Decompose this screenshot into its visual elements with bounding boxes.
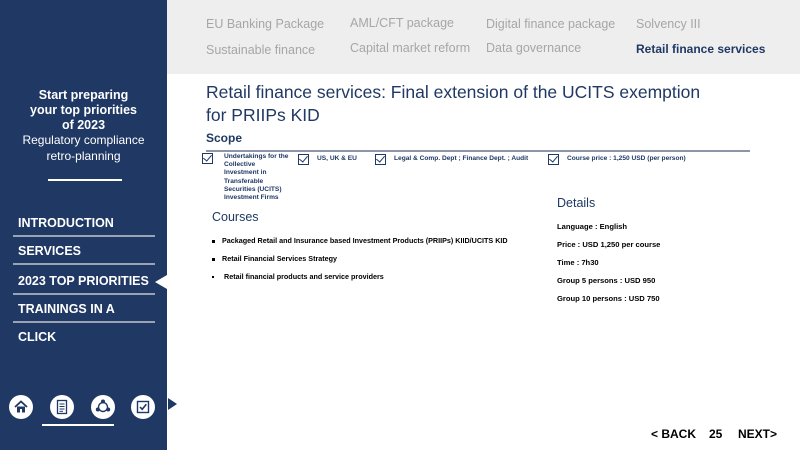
tab-retail-finance-services[interactable]: Retail finance services — [636, 42, 765, 56]
course-item: Packaged Retail and Insurance based Inve… — [212, 236, 508, 245]
scope-heading: Scope — [206, 131, 243, 145]
checkbox-icon — [298, 154, 309, 165]
sidebar-expand-arrow-icon[interactable] — [168, 398, 177, 410]
course-item: Retail Financial Services Strategy — [212, 254, 337, 263]
cycle-button[interactable] — [91, 395, 115, 419]
page-number: 25 — [709, 427, 723, 441]
document-icon — [56, 399, 68, 415]
checkbox-icon — [548, 154, 559, 165]
tab-data-governance[interactable]: Data governance — [486, 41, 581, 55]
course-item-text: Retail Financial Services Strategy — [222, 254, 338, 263]
sidebar-icon-bar — [9, 395, 159, 419]
detail-group-10: Group 10 persons : USD 750 — [557, 294, 660, 303]
active-nav-arrow-icon — [155, 275, 167, 289]
scope-line: Securities (UCITS) — [224, 185, 282, 193]
scope-divider — [206, 150, 750, 152]
promo-line: your top priorities — [30, 103, 137, 117]
promo-divider — [48, 179, 122, 181]
tab-digital-finance-package[interactable]: Digital finance package — [486, 17, 615, 31]
scope-item-text: Course price : 1,250 USD (per person) — [567, 155, 686, 162]
tab-solvency-iii[interactable]: Solvency III — [636, 17, 701, 31]
scope-line: Investment Firms — [224, 194, 279, 202]
sidebar-item-top-priorities[interactable]: 2023 TOP PRIORITIES — [13, 265, 155, 295]
promo-line: retro-planning — [46, 148, 121, 163]
sidebar-item-services[interactable]: SERVICES — [13, 237, 155, 265]
topic-tabs-bar — [167, 0, 800, 74]
courses-heading: Courses — [212, 210, 259, 224]
document-button[interactable] — [50, 395, 74, 419]
sidebar-nav: INTRODUCTION SERVICES 2023 TOP PRIORITIE… — [13, 209, 155, 344]
bullet-icon — [212, 257, 215, 261]
scope-line: Undertakings for the — [224, 153, 289, 160]
course-item: Retail financial products and service pr… — [212, 272, 384, 281]
scope-item-jurisdictions: US, UK & EU — [298, 154, 357, 165]
page-title-line: Retail finance services: Final extension… — [206, 82, 701, 102]
checkbox-icon — [375, 154, 386, 165]
course-item-text: Retail financial products and service pr… — [224, 272, 384, 281]
scope-line: Collective — [224, 161, 256, 169]
scope-line: Investment in — [224, 169, 267, 177]
detail-price: Price : USD 1,250 per course — [557, 240, 661, 249]
page-title-line: for PRIIPs KID — [206, 105, 320, 125]
sidebar: Start preparing your top priorities of 2… — [0, 0, 167, 450]
details-heading: Details — [557, 196, 596, 210]
scope-item-course-price: Course price : 1,250 USD (per person) — [548, 154, 686, 165]
scope-item-departments: Legal & Comp. Dept ; Finance Dept. ; Aud… — [375, 154, 528, 165]
checkbox-icon — [136, 400, 150, 414]
course-item-text: Packaged Retail and Insurance based Inve… — [222, 236, 508, 245]
tab-aml-cft-package[interactable]: AML/CFT package — [350, 16, 454, 30]
cycle-icon — [95, 399, 111, 413]
detail-group-5: Group 5 persons : USD 950 — [557, 276, 656, 285]
checklist-button[interactable] — [131, 395, 155, 419]
sidebar-item-trainings[interactable]: TRAININGS IN A CLICK — [13, 295, 155, 344]
scope-item-text: US, UK & EU — [317, 155, 357, 162]
sidebar-item-introduction[interactable]: INTRODUCTION — [13, 209, 155, 237]
bullet-icon — [212, 276, 214, 279]
scope-item-text: Legal & Comp. Dept ; Finance Dept. ; Aud… — [394, 155, 529, 162]
tab-capital-market-reform[interactable]: Capital market reform — [350, 41, 470, 55]
home-icon — [14, 400, 28, 413]
promo-line: Start preparing — [38, 88, 129, 102]
tab-eu-banking-package[interactable]: EU Banking Package — [206, 17, 324, 31]
scope-item-text: Undertakings for the Collective Investme… — [224, 153, 288, 202]
bullet-icon — [212, 239, 215, 243]
promo-line: of 2023 — [61, 118, 106, 132]
sidebar-promo: Start preparing your top priorities of 2… — [0, 88, 167, 164]
scope-line: Transferable — [224, 177, 264, 185]
scope-item-target-entities: Undertakings for the Collective Investme… — [202, 153, 288, 202]
checkbox-icon — [202, 153, 213, 164]
page-title: Retail finance services: Final extension… — [206, 81, 766, 127]
tab-sustainable-finance[interactable]: Sustainable finance — [206, 43, 315, 57]
home-button[interactable] — [9, 395, 33, 419]
detail-language: Language : English — [557, 222, 628, 231]
detail-time: Time : 7h30 — [557, 258, 599, 267]
promo-line: Regulatory compliance — [22, 133, 145, 147]
active-icon-underline — [42, 424, 114, 426]
next-button[interactable]: NEXT> — [738, 427, 777, 441]
back-button[interactable]: < BACK — [651, 427, 696, 441]
